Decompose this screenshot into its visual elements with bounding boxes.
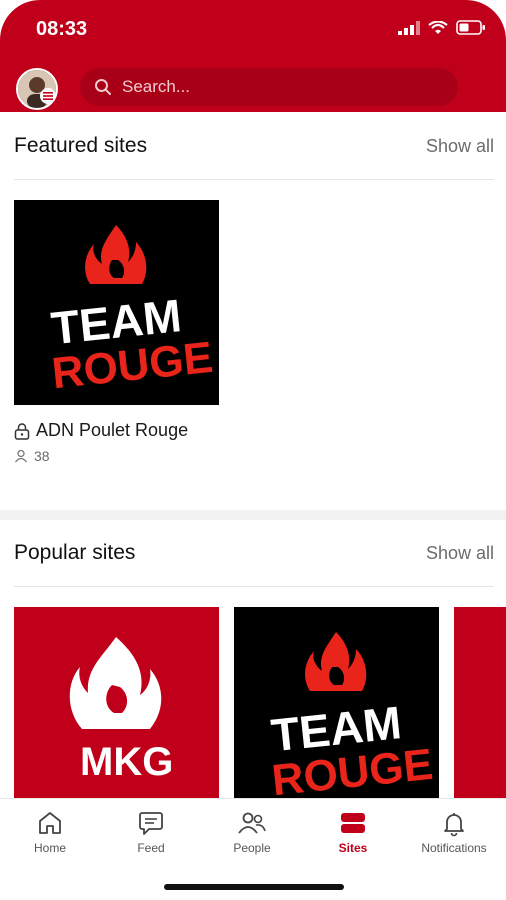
member-count-value: 38 — [34, 448, 50, 464]
sites-icon — [341, 813, 365, 833]
mkg-logo: MKG — [69, 637, 173, 784]
svg-text:MKG: MKG — [80, 740, 173, 784]
person-icon — [14, 449, 28, 463]
nav-label: Notifications — [421, 841, 487, 855]
feed-icon — [139, 812, 163, 835]
wifi-icon — [428, 20, 448, 34]
site-card-image[interactable] — [454, 607, 506, 812]
member-count: 38 — [14, 448, 50, 464]
menu-icon[interactable] — [40, 88, 56, 104]
signal-icon — [398, 20, 420, 35]
team-rouge-logo: TEAM ROUGE — [49, 225, 215, 398]
section-title: Popular sites — [14, 541, 136, 564]
search-placeholder: Search... — [122, 77, 191, 96]
lock-icon — [14, 422, 30, 440]
nav-people[interactable]: People — [202, 809, 302, 855]
section-separator — [0, 510, 506, 520]
show-all-link[interactable]: Show all — [426, 136, 494, 157]
status-icons — [398, 20, 486, 35]
divider — [14, 586, 494, 587]
featured-section-header: Featured sites Show all — [14, 126, 494, 166]
show-all-link[interactable]: Show all — [426, 543, 494, 564]
nav-home[interactable]: Home — [0, 809, 100, 855]
section-title: Featured sites — [14, 134, 148, 157]
status-time: 08:33 — [36, 18, 88, 40]
popular-section-header: Popular sites Show all — [14, 533, 494, 573]
site-name-label: ADN Poulet Rouge — [36, 420, 189, 440]
team-rouge-logo: TEAM ROUGE — [269, 632, 435, 805]
site-card-image[interactable]: MKG — [14, 607, 219, 812]
site-name[interactable]: ADN Poulet Rouge — [14, 420, 188, 441]
site-card-image[interactable]: TEAM ROUGE — [234, 607, 439, 812]
nav-label: Feed — [137, 841, 165, 855]
battery-icon — [456, 20, 485, 35]
app-header: 08:33 Search... — [0, 0, 506, 112]
search-icon — [95, 79, 111, 95]
app-screen: 08:33 Search... Featured sites Show all … — [0, 0, 506, 900]
nav-notifications[interactable]: Notifications — [404, 809, 504, 855]
divider — [14, 179, 494, 180]
nav-label: Sites — [338, 841, 368, 855]
home-indicator — [164, 884, 344, 890]
nav-label: People — [233, 841, 271, 855]
nav-sites[interactable]: Sites — [303, 809, 403, 855]
people-icon — [238, 812, 266, 834]
nav-feed[interactable]: Feed — [101, 809, 201, 855]
site-card-image[interactable]: TEAM ROUGE — [14, 200, 219, 405]
home-icon — [39, 812, 61, 834]
nav-label: Home — [33, 841, 66, 855]
bell-icon — [444, 813, 464, 837]
search-input[interactable]: Search... — [80, 68, 458, 106]
